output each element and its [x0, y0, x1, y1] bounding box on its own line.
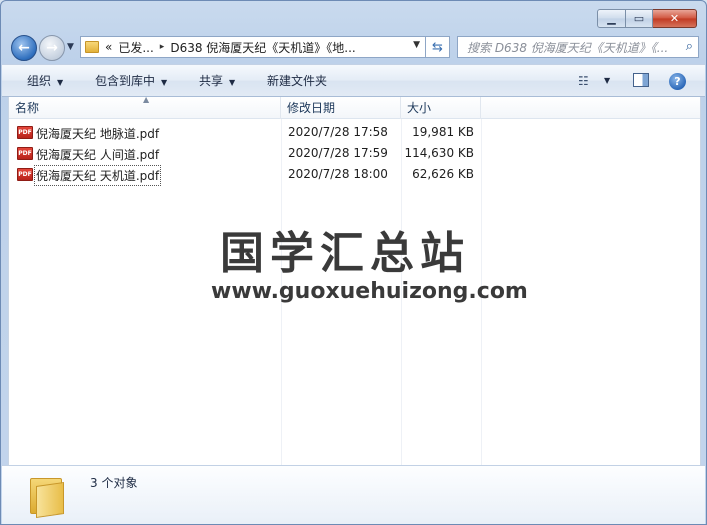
watermark-title: 国学汇总站 — [220, 228, 470, 279]
chevron-down-icon: ▼ — [161, 78, 168, 87]
forward-arrow-icon: → — [46, 40, 58, 56]
address-dropdown-icon[interactable]: ▼ — [413, 40, 420, 50]
breadcrumb-current[interactable]: D638 倪海厦天纪《天机道》《地... — [170, 39, 355, 56]
details-pane: 3 个对象 — [2, 465, 705, 524]
file-size: 62,626 KB — [412, 167, 474, 181]
organize-menu[interactable]: 组织 ▼ — [21, 72, 69, 89]
back-button[interactable]: ← — [11, 35, 37, 61]
recent-pages-dropdown[interactable]: ▼ — [67, 42, 74, 52]
file-list[interactable]: 名称 ▲ 修改日期 大小 PDF 倪海厦天纪 地脉道.pdf 2020/7/28… — [8, 95, 701, 465]
column-name[interactable]: 名称 ▲ — [9, 95, 281, 119]
file-date: 2020/7/28 17:59 — [288, 146, 388, 160]
column-date-modified[interactable]: 修改日期 — [281, 97, 401, 119]
command-bar: 组织 ▼ 包含到库中 ▼ 共享 ▼ 新建文件夹 ☷ ▼ ? — [2, 64, 705, 97]
watermark-url: www.guoxuehuizong.com — [211, 279, 528, 304]
refresh-icon: ⇆ — [432, 39, 443, 55]
address-overflow-chevron[interactable]: « — [105, 40, 112, 54]
column-name-label: 名称 — [15, 101, 40, 115]
share-menu[interactable]: 共享 ▼ — [193, 72, 241, 89]
share-label: 共享 — [199, 74, 224, 88]
help-button[interactable]: ? — [669, 73, 686, 90]
forward-button[interactable]: → — [39, 35, 65, 61]
file-name: 倪海厦天纪 人间道.pdf — [36, 148, 160, 162]
new-folder-button[interactable]: 新建文件夹 — [261, 72, 333, 89]
include-in-library-menu[interactable]: 包含到库中 ▼ — [89, 72, 173, 89]
file-row[interactable]: PDF 倪海厦天纪 人间道.pdf 2020/7/28 17:59 114,63… — [9, 143, 700, 164]
back-arrow-icon: ← — [18, 40, 30, 56]
search-placeholder: 搜索 D638 倪海厦天纪《天机道》《... — [467, 40, 669, 55]
chevron-down-icon: ▼ — [229, 78, 236, 87]
address-bar[interactable]: « 已发... ▸ D638 倪海厦天纪《天机道》《地... ▼ — [80, 36, 426, 58]
file-size: 114,630 KB — [404, 146, 474, 160]
minimize-button[interactable]: ▁ — [597, 9, 626, 28]
explorer-window: ▁ ▭ ✕ ← → ▼ « 已发... ▸ D638 倪海厦天纪《天机道》《地.… — [0, 0, 707, 525]
sort-ascending-icon: ▲ — [143, 95, 150, 104]
search-input[interactable]: 搜索 D638 倪海厦天纪《天机道》《... ⌕ — [457, 36, 699, 58]
folder-icon — [28, 474, 66, 518]
file-name: 倪海厦天纪 天机道.pdf — [33, 165, 162, 186]
preview-pane-button[interactable] — [633, 73, 649, 87]
view-list-icon: ☷ — [578, 74, 589, 88]
file-date: 2020/7/28 17:58 — [288, 125, 388, 139]
breadcrumb-separator[interactable]: ▸ — [160, 42, 165, 52]
file-date: 2020/7/28 18:00 — [288, 167, 388, 181]
folder-icon — [85, 41, 99, 53]
file-row[interactable]: PDF 倪海厦天纪 天机道.pdf 2020/7/28 18:00 62,626… — [9, 164, 700, 186]
breadcrumb-parent[interactable]: 已发... — [118, 39, 153, 56]
caption-buttons: ▁ ▭ ✕ — [597, 9, 697, 28]
view-options-dropdown[interactable]: ▼ — [604, 76, 610, 85]
organize-label: 组织 — [27, 74, 52, 88]
maximize-button[interactable]: ▭ — [626, 9, 653, 28]
pdf-file-icon: PDF — [17, 126, 33, 139]
file-name: 倪海厦天纪 地脉道.pdf — [36, 127, 160, 141]
refresh-button[interactable]: ⇆ — [426, 36, 450, 58]
column-size[interactable]: 大小 — [401, 97, 481, 119]
search-icon[interactable]: ⌕ — [686, 39, 693, 54]
column-header: 名称 ▲ 修改日期 大小 — [9, 95, 700, 119]
change-view-button[interactable]: ☷ — [578, 74, 589, 88]
pdf-file-icon: PDF — [17, 168, 33, 181]
close-button[interactable]: ✕ — [653, 9, 697, 28]
include-in-library-label: 包含到库中 — [95, 74, 156, 88]
chevron-down-icon: ▼ — [57, 78, 64, 87]
file-row[interactable]: PDF 倪海厦天纪 地脉道.pdf 2020/7/28 17:58 19,981… — [9, 122, 700, 143]
pdf-file-icon: PDF — [17, 147, 33, 160]
item-count: 3 个对象 — [90, 476, 138, 490]
file-size: 19,981 KB — [412, 125, 474, 139]
